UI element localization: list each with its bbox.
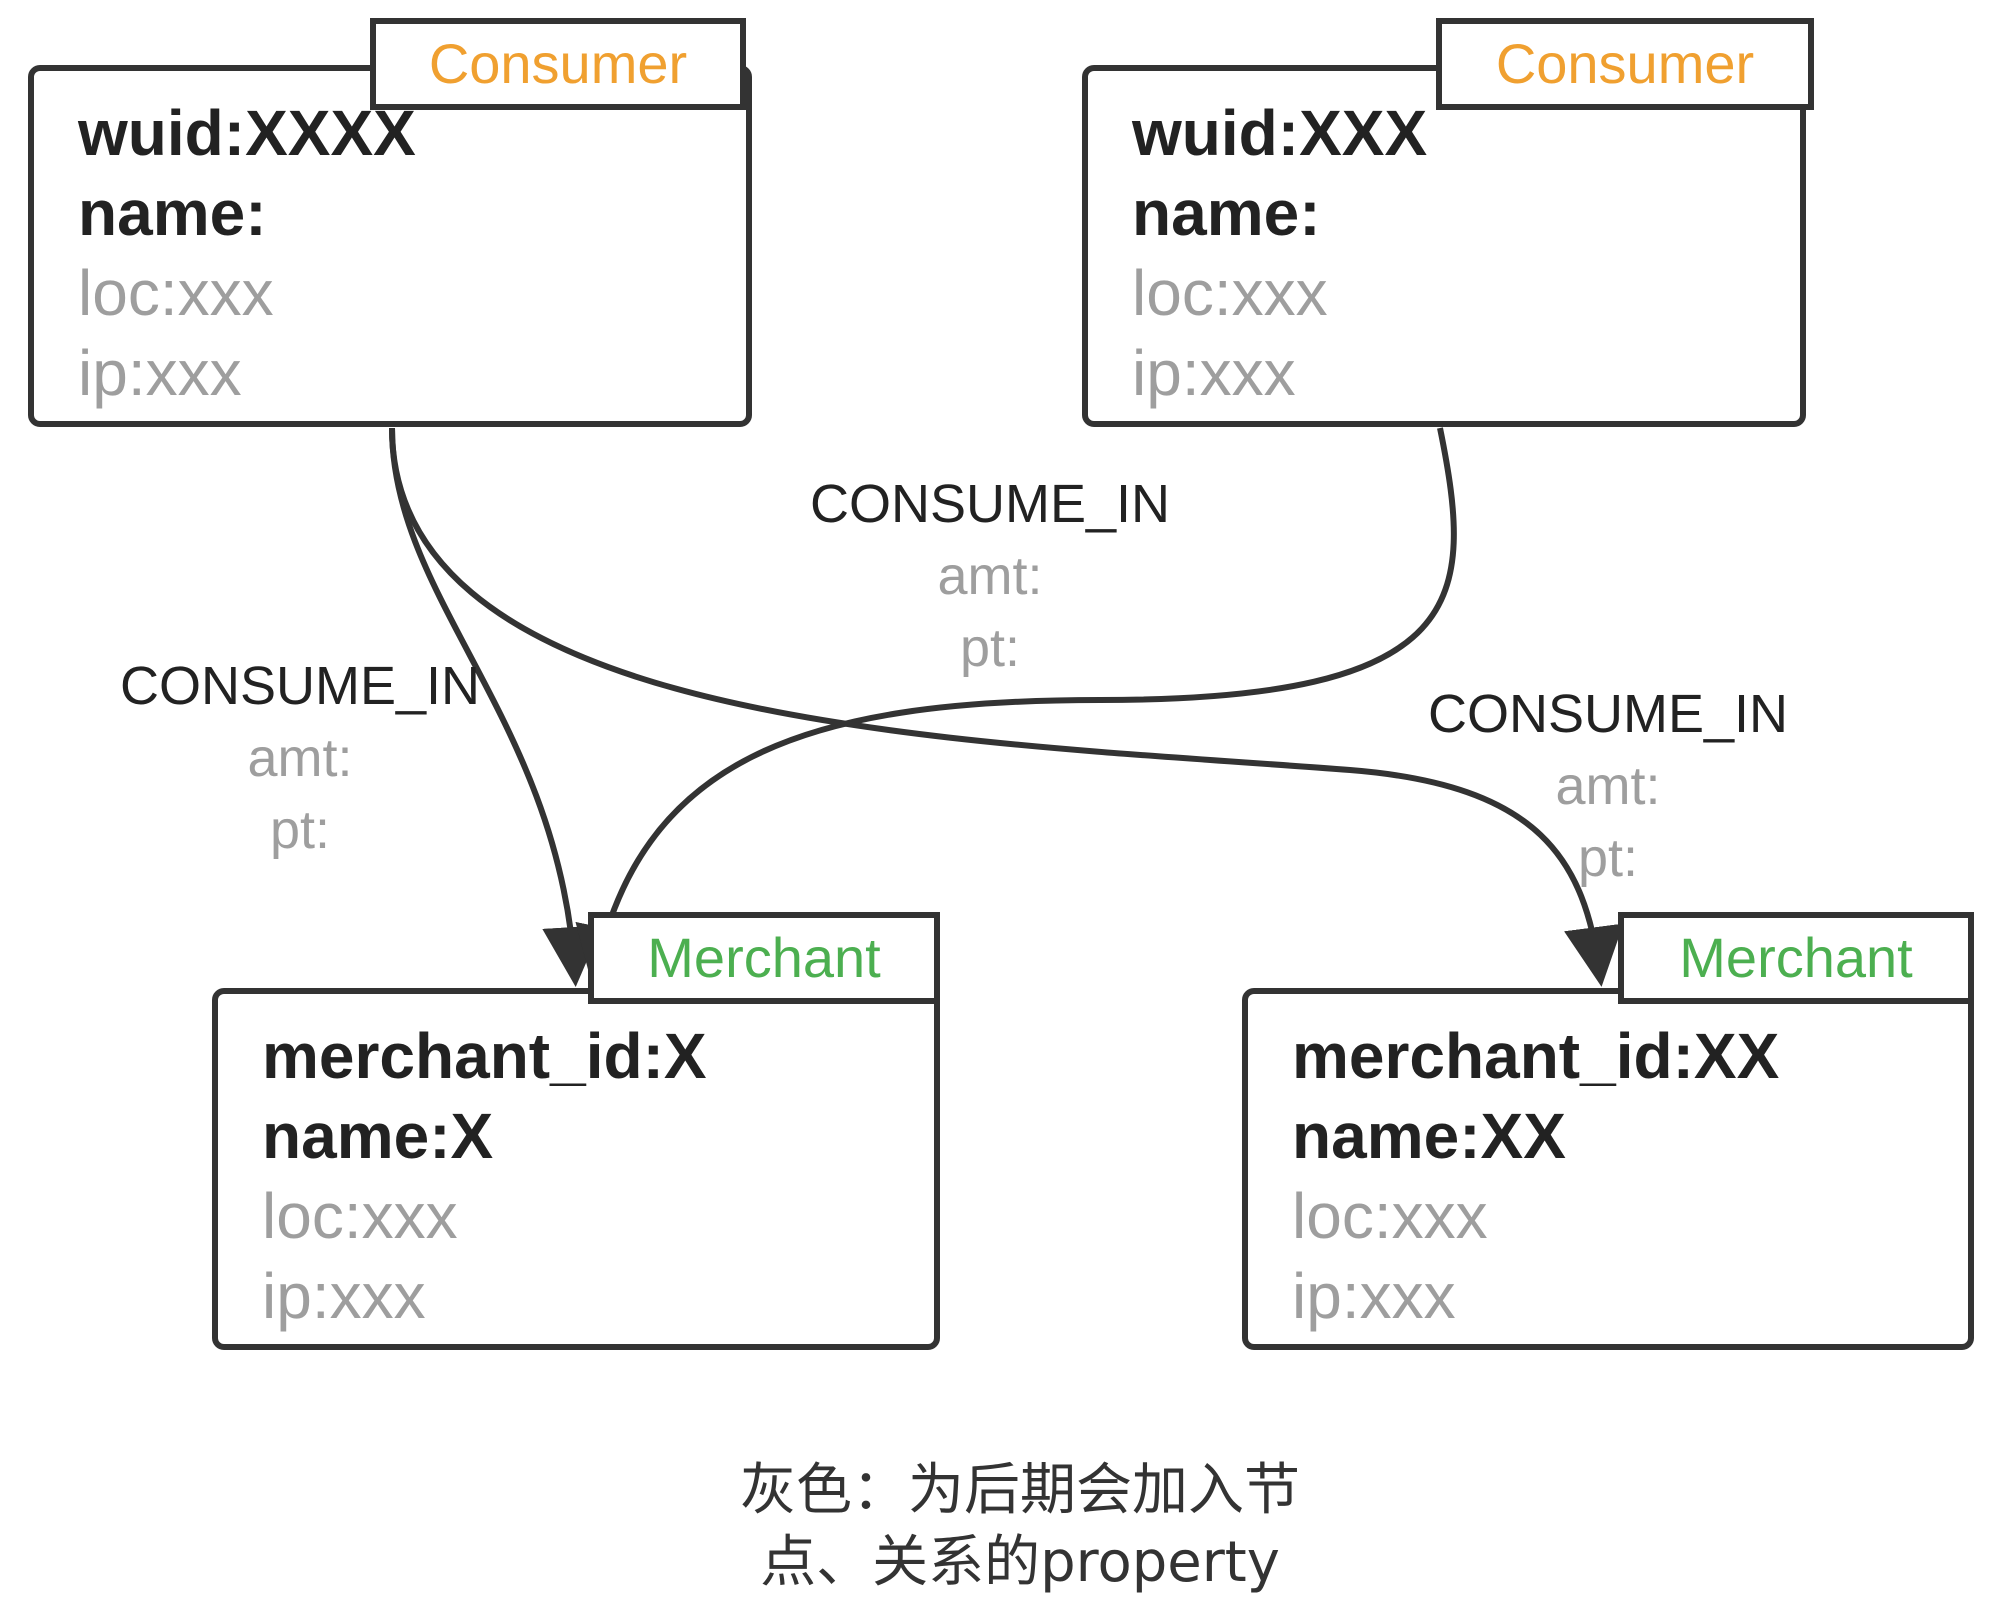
graph-schema-diagram: wuid:XXXX name: loc:xxx ip:xxx Consumer … — [0, 0, 2000, 1600]
merchant-b-loc: loc:xxx — [1292, 1180, 1488, 1252]
edge-relation-label: CONSUME_IN — [809, 474, 1171, 534]
edge-property-amt: amt: — [1555, 756, 1661, 816]
legend-note-line-2: 点、关系的property — [760, 1530, 1280, 1595]
merchant-a-name: name:X — [262, 1100, 494, 1172]
consumer-node-a: wuid:XXXX name: loc:xxx ip:xxx — [28, 65, 752, 427]
consumer-b-loc: loc:xxx — [1132, 257, 1328, 329]
consumer-b-fields: wuid:XXX name: loc:xxx ip:xxx — [1132, 93, 1427, 413]
merchant-node-a: merchant_id:X name:X loc:xxx ip:xxx — [212, 988, 940, 1350]
consumer-a-fields: wuid:XXXX name: loc:xxx ip:xxx — [78, 93, 416, 413]
merchant-a-ip: ip:xxx — [262, 1260, 426, 1332]
edge-relation-label: CONSUME_IN — [1427, 684, 1789, 744]
edge-label-consumer-b-to-merchant-a: CONSUME_IN amt: pt: — [790, 468, 1190, 684]
merchant-a-tag: Merchant — [588, 912, 940, 1004]
consumer-a-ip: ip:xxx — [78, 337, 242, 409]
consumer-b-wuid: wuid:XXX — [1132, 97, 1428, 169]
consumer-a-name: name: — [78, 177, 267, 249]
merchant-node-b: merchant_id:XX name:XX loc:xxx ip:xxx — [1242, 988, 1974, 1350]
merchant-b-fields: merchant_id:XX name:XX loc:xxx ip:xxx — [1292, 1016, 1779, 1336]
consumer-b-tag: Consumer — [1436, 18, 1814, 110]
merchant-b-id: merchant_id:XX — [1292, 1020, 1780, 1092]
edge-property-amt: amt: — [937, 546, 1043, 606]
edge-property-pt: pt: — [269, 800, 331, 860]
edge-property-pt: pt: — [1577, 828, 1639, 888]
consumer-a-tag: Consumer — [370, 18, 746, 110]
consumer-a-wuid: wuid:XXXX — [78, 97, 416, 169]
edge-relation-label: CONSUME_IN — [119, 656, 481, 716]
edge-property-pt: pt: — [959, 618, 1021, 678]
edge-label-consumer-a-to-merchant-a: CONSUME_IN amt: pt: — [100, 650, 500, 866]
edge-property-amt: amt: — [247, 728, 353, 788]
consumer-a-loc: loc:xxx — [78, 257, 274, 329]
merchant-a-id: merchant_id:X — [262, 1020, 707, 1092]
merchant-a-fields: merchant_id:X name:X loc:xxx ip:xxx — [262, 1016, 707, 1336]
consumer-b-ip: ip:xxx — [1132, 337, 1296, 409]
merchant-b-ip: ip:xxx — [1292, 1260, 1456, 1332]
legend-note-line-1: 灰色：为后期会加入节 — [740, 1458, 1300, 1523]
merchant-b-tag: Merchant — [1618, 912, 1974, 1004]
edge-label-consumer-a-to-merchant-b: CONSUME_IN amt: pt: — [1408, 678, 1808, 894]
consumer-node-b: wuid:XXX name: loc:xxx ip:xxx — [1082, 65, 1806, 427]
consumer-b-name: name: — [1132, 177, 1321, 249]
merchant-a-loc: loc:xxx — [262, 1180, 458, 1252]
merchant-b-name: name:XX — [1292, 1100, 1566, 1172]
legend-note: 灰色：为后期会加入节 点、关系的property — [600, 1455, 1440, 1599]
